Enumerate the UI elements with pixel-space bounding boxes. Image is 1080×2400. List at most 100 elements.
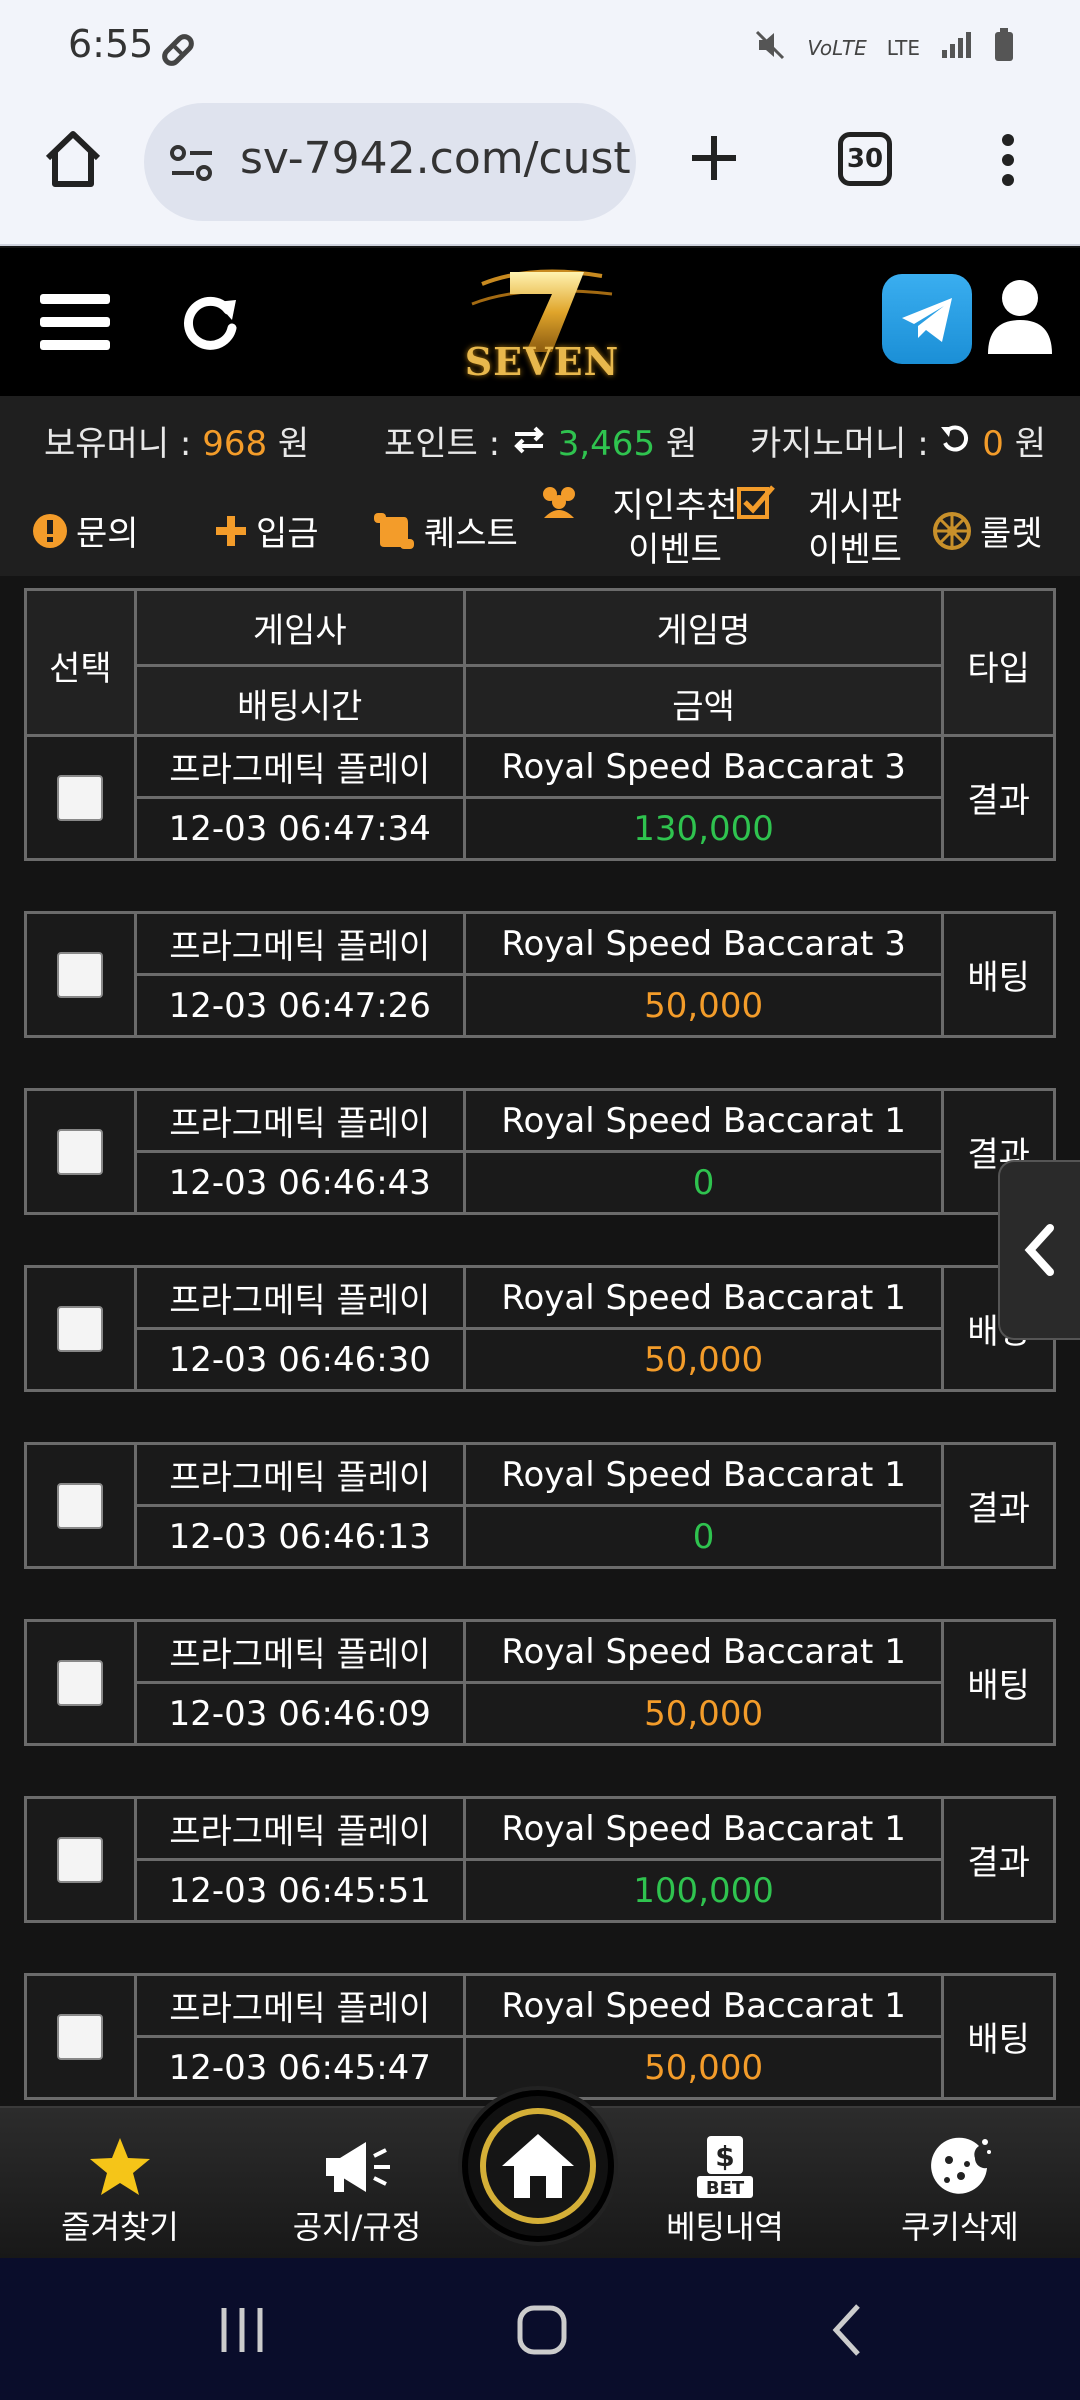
bet-history-list: 선택 게임사 게임명 타입 배팅시간 금액 프라그메틱 플레이 Royal Spe… [0,576,1080,2106]
menu-quest[interactable]: 퀘스트 [372,506,518,555]
new-tab-icon[interactable] [686,130,742,190]
table-row: 프라그메틱 플레이 Royal Speed Baccarat 3 배팅 12-03 0… [24,911,1056,1038]
row-select-cell [24,1265,137,1392]
row-select-cell [24,1796,137,1923]
menu-deposit-label: 입금 [256,514,319,554]
row-time: 12-03 06:46:43 [133,1150,466,1215]
row-checkbox[interactable] [57,951,104,998]
telegram-icon [902,298,952,342]
tab-switcher-button[interactable]: 30 [838,132,892,186]
point-value: 3,465 [557,424,656,464]
nav-cookie-label: 쿠키삭제 [901,2208,1019,2246]
telegram-button[interactable] [882,274,972,364]
more-menu-icon[interactable] [996,132,1020,192]
row-checkbox[interactable] [57,1128,104,1175]
logo-text: SEVEN [464,339,620,384]
user-icon[interactable] [984,276,1056,360]
bottom-nav: 즐겨찾기 공지/규정 $ BET 베팅내역 쿠키삭제 [0,2090,1080,2258]
row-provider: 프라그메틱 플레이 [133,1796,466,1861]
row-select-cell [24,1088,137,1215]
site-logo[interactable]: SEVEN [452,254,632,390]
link-icon [158,30,198,74]
row-game: Royal Speed Baccarat 1 [462,1973,945,2038]
row-checkbox[interactable] [57,1836,104,1883]
row-type: 결과 [941,1442,1056,1569]
row-checkbox[interactable] [57,2013,104,2060]
row-checkbox[interactable] [57,1659,104,1706]
point-unit: 원 [665,424,698,464]
row-amount: 130,000 [462,796,945,861]
megaphone-icon [272,2132,442,2202]
home-icon[interactable] [40,126,106,192]
status-icons: VoLTE LTE [753,28,1014,68]
volte-icon: VoLTE [807,36,867,60]
menu-deposit[interactable]: 입금 [214,506,319,555]
row-time: 12-03 06:45:51 [133,1858,466,1923]
recents-icon[interactable] [212,2300,272,2360]
scroll-icon [374,512,414,549]
hamburger-menu-icon[interactable] [40,294,110,350]
system-nav-bar [0,2258,1080,2400]
header-game: 게임명 [462,588,945,667]
nav-bet-history[interactable]: $ BET 베팅내역 [650,2132,800,2248]
system-back-icon[interactable] [818,2300,878,2360]
row-game: Royal Speed Baccarat 3 [462,734,945,799]
refresh-icon[interactable] [178,290,242,358]
row-type: 결과 [941,1796,1056,1923]
row-amount: 50,000 [462,1681,945,1746]
row-checkbox[interactable] [57,774,104,821]
table-row: 프라그메틱 플레이 Royal Speed Baccarat 1 결과 12-03 0… [24,1088,1056,1215]
home-icon [502,2134,574,2198]
casino-value: 0 [982,424,1004,464]
table-row: 프라그메틱 플레이 Royal Speed Baccarat 1 배팅 12-03 0… [24,1973,1056,2100]
row-checkbox[interactable] [57,1305,104,1352]
nav-favorites-label: 즐겨찾기 [61,2208,179,2246]
row-provider: 프라그메틱 플레이 [133,1973,466,2038]
row-select-cell [24,1442,137,1569]
row-time: 12-03 06:47:26 [133,973,466,1038]
row-provider: 프라그메틱 플레이 [133,1442,466,1507]
row-game: Royal Speed Baccarat 1 [462,1619,945,1684]
site-header: SEVEN [0,248,1080,396]
nav-home-button[interactable] [462,2090,614,2242]
site-settings-icon[interactable] [168,143,216,187]
svg-text:$: $ [715,2140,734,2173]
menu-roulette[interactable]: 룰렛 [932,506,1043,555]
row-time: 12-03 06:47:34 [133,796,466,861]
side-panel-toggle[interactable] [998,1160,1080,1340]
row-select-cell [24,734,137,861]
row-checkbox[interactable] [57,1482,104,1529]
row-time: 12-03 06:45:47 [133,2035,466,2100]
nav-favorites[interactable]: 즐겨찾기 [40,2132,200,2248]
people-icon [543,487,575,518]
browser-toolbar: sv-7942.com/cust 30 [0,96,1080,246]
row-game: Royal Speed Baccarat 1 [462,1796,945,1861]
nav-notice-label: 공지/규정 [292,2208,422,2246]
row-game: Royal Speed Baccarat 1 [462,1265,945,1330]
row-provider: 프라그메틱 플레이 [133,1265,466,1330]
row-amount: 50,000 [462,1327,945,1392]
row-amount: 100,000 [462,1858,945,1923]
row-game: Royal Speed Baccarat 1 [462,1088,945,1153]
system-home-icon[interactable] [512,2300,572,2360]
casino-refresh-icon[interactable] [939,424,971,464]
address-bar[interactable]: sv-7942.com/cust [144,103,636,221]
row-provider: 프라그메틱 플레이 [133,1088,466,1153]
header-type: 타입 [941,588,1056,743]
table-row: 프라그메틱 플레이 Royal Speed Baccarat 1 결과 12-03 0… [24,1442,1056,1569]
row-provider: 프라그메틱 플레이 [133,911,466,976]
alert-icon [33,513,67,548]
menu-inquiry[interactable]: 문의 [32,506,139,555]
casino-money: 카지노머니 : 0 원 [750,416,1046,465]
nav-cookie[interactable]: 쿠키삭제 [880,2132,1040,2248]
point-label: 포인트 : [384,424,501,464]
table-row: 프라그메틱 플레이 Royal Speed Baccarat 1 배팅 12-03 0… [24,1265,1056,1392]
header-amount: 금액 [462,664,945,743]
mute-icon [753,28,787,68]
exchange-icon[interactable] [511,424,547,464]
row-amount: 50,000 [462,973,945,1038]
holding-money: 보유머니 : 968 원 [44,416,309,465]
nav-notice[interactable]: 공지/규정 [272,2132,442,2248]
menu-board-label: 게시판 이벤트 [808,486,902,570]
holding-value: 968 [202,424,268,464]
